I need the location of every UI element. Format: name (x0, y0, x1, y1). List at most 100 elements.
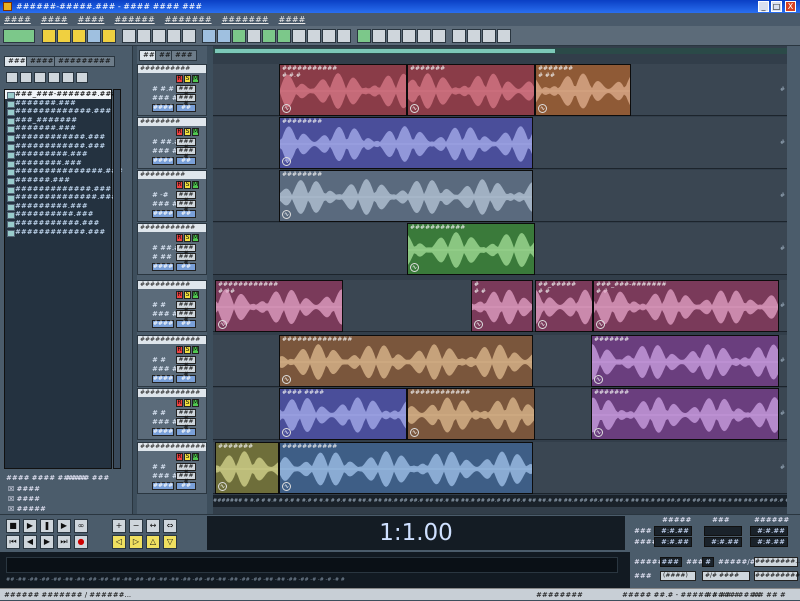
track-name[interactable]: ########## (138, 65, 206, 73)
audio-clip[interactable]: ############ ∿ (407, 388, 535, 440)
input-button[interactable]: ### # (176, 94, 196, 107)
cue-icon[interactable] (432, 29, 446, 43)
file-list-scrollbar[interactable] (113, 89, 121, 469)
copy-icon[interactable] (137, 29, 151, 43)
hybrid-icon[interactable] (322, 29, 336, 43)
sel-length-field[interactable]: #:#.## (750, 526, 788, 536)
tab-favorites[interactable]: ######### (54, 56, 115, 67)
solo-button[interactable]: S (184, 181, 191, 189)
menu-view[interactable]: #### (78, 13, 105, 26)
audio-clip[interactable]: # # # ∿ (471, 280, 533, 332)
multitrack-area[interactable]: # # # # # # # # ########### # #.# ∿ ####### ∿ #######… (213, 46, 787, 514)
fx-button[interactable]: ## (176, 263, 196, 271)
list-item[interactable]: #############.### (5, 107, 111, 116)
mix-paste-icon[interactable] (167, 29, 181, 43)
track-name[interactable]: ############ (138, 389, 206, 397)
track-volume[interactable]: # -# (152, 191, 168, 199)
solo-button[interactable]: S (184, 346, 191, 354)
track-volume[interactable]: # # (152, 356, 166, 364)
record-arm-button[interactable]: R (176, 128, 183, 136)
list-item[interactable]: ###########.### (5, 219, 111, 228)
track-pan[interactable]: ### # (152, 147, 178, 155)
input-button[interactable]: ### # (176, 365, 196, 378)
audio-clip[interactable]: ############# ##∿ (215, 280, 343, 332)
lock-button[interactable]: #### (152, 157, 174, 165)
zoom-icon[interactable] (292, 29, 306, 43)
menu-file[interactable]: #### (4, 13, 31, 26)
zoom-out-vertical-icon[interactable]: ▽ (163, 535, 177, 549)
mute-button[interactable]: M (192, 128, 199, 136)
list-item[interactable]: ##############.### (5, 193, 117, 202)
solo-button[interactable]: S (184, 128, 191, 136)
track-name[interactable]: ######### (138, 171, 206, 179)
mute-button[interactable]: M (192, 291, 199, 299)
audio-clip[interactable]: ########### # #.# ∿ (279, 64, 407, 116)
overview-bar[interactable] (213, 48, 787, 54)
solo-button[interactable]: S (184, 234, 191, 242)
go-to-end-icon[interactable]: ⏭ (57, 535, 71, 549)
mute-button[interactable]: M (192, 453, 199, 461)
mute-button[interactable]: M (192, 234, 199, 242)
zoom-out-horizontal-icon[interactable]: − (129, 519, 143, 533)
key-select[interactable]: (####) (660, 571, 696, 581)
fx-button[interactable]: ## (176, 104, 196, 112)
zoom-in-horizontal-icon[interactable]: + (112, 519, 126, 533)
undo-icon[interactable] (202, 29, 216, 43)
audio-clip[interactable]: ##_##### # # ∿ (535, 280, 593, 332)
mute-button[interactable]: M (192, 181, 199, 189)
list-item[interactable]: #######.### (5, 99, 111, 108)
metronome-icon[interactable] (452, 29, 466, 43)
list-item[interactable]: #############.### (5, 185, 111, 194)
solo-button[interactable]: S (184, 453, 191, 461)
edit-file-icon[interactable] (48, 72, 60, 83)
track-pan[interactable]: ### # (152, 200, 178, 208)
play-icon[interactable]: ▶ (23, 519, 37, 533)
envelope-icon[interactable] (247, 29, 261, 43)
sel-begin-field[interactable]: #:#.## (654, 526, 692, 536)
fx-button[interactable]: ## (176, 157, 196, 165)
beats-field[interactable]: # (702, 557, 714, 567)
track-name[interactable]: ############ (138, 336, 206, 344)
audio-clip[interactable]: ####### # ## ∿ (535, 64, 631, 116)
open-icon[interactable] (57, 29, 71, 43)
lock-button[interactable]: #### (152, 104, 174, 112)
new-icon[interactable] (42, 29, 56, 43)
output-button[interactable]: ### # (176, 244, 196, 257)
track-pan[interactable]: ### # (152, 365, 178, 373)
filter-midi-checkbox[interactable]: ☒ #### (8, 494, 46, 504)
trim-icon[interactable] (182, 29, 196, 43)
record-arm-button[interactable]: R (176, 291, 183, 299)
timeline-ruler[interactable]: ####### # #.# # #.# # #.# # #.# # #.# # … (213, 495, 787, 507)
list-item[interactable]: ###############.### (5, 167, 123, 176)
zoom-right-icon[interactable]: ▷ (129, 535, 143, 549)
track-pan[interactable]: ### # (152, 94, 178, 102)
settings-icon[interactable] (482, 29, 496, 43)
import-icon[interactable] (6, 72, 18, 83)
mute-button[interactable]: M (192, 75, 199, 83)
track-name[interactable]: ########### (138, 224, 206, 232)
list-item[interactable]: ########.### (5, 159, 111, 168)
fx-button[interactable]: ## (176, 210, 196, 218)
audio-clip[interactable]: ######## ∿ (279, 170, 533, 222)
time-signature-select[interactable]: #/# #### (702, 571, 750, 581)
track-volume[interactable]: # # (152, 463, 166, 471)
loop-icon[interactable] (357, 29, 371, 43)
scrub-icon[interactable] (337, 29, 351, 43)
metronome-button[interactable]: ######### (754, 571, 800, 581)
menu-edit[interactable]: #### (41, 13, 68, 26)
view-length-field[interactable]: #:#.## (750, 537, 788, 547)
input-button[interactable]: ### # (176, 418, 196, 431)
solo-button[interactable]: S (184, 291, 191, 299)
edit-view-toggle-button[interactable] (3, 29, 35, 43)
audio-clip[interactable]: ####### ∿ (591, 335, 779, 387)
record-arm-button[interactable]: R (176, 234, 183, 242)
rewind-icon[interactable]: ◀ (23, 535, 37, 549)
tempo-field[interactable]: ### (660, 557, 682, 567)
list-item[interactable]: #########.### (5, 202, 111, 211)
fx-button[interactable]: ## (176, 482, 196, 490)
output-button[interactable]: ### # (176, 138, 196, 151)
select-icon[interactable] (307, 29, 321, 43)
markers-icon[interactable] (417, 29, 431, 43)
list-item[interactable]: ############.### (5, 133, 111, 142)
list-item[interactable]: #########.### (5, 150, 111, 159)
